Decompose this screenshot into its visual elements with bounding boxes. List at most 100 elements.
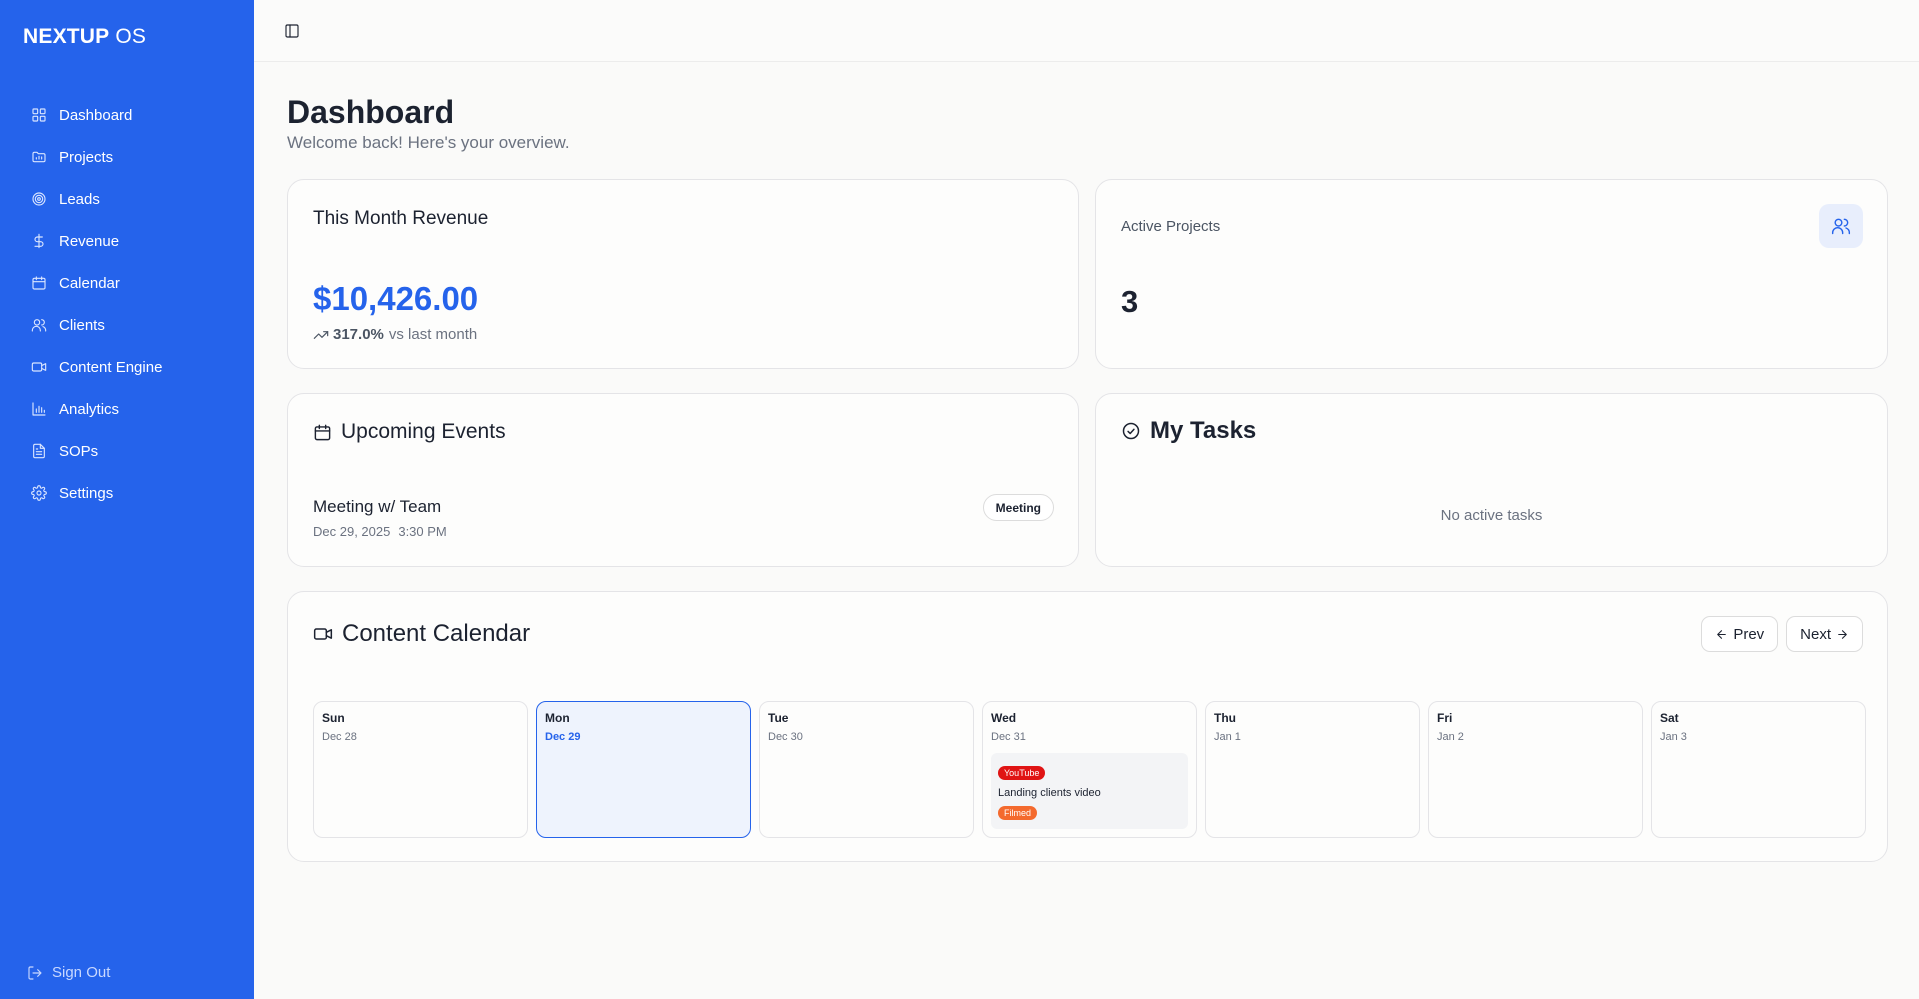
- day-name: Sat: [1660, 711, 1679, 725]
- prev-week-button[interactable]: Prev: [1701, 616, 1779, 652]
- revenue-change-percent: 317.0%: [333, 326, 384, 343]
- sidebar-item-label: Settings: [59, 484, 114, 502]
- brand-name: NEXTUP: [23, 25, 110, 48]
- day-date: Jan 2: [1437, 731, 1464, 743]
- day-date: Dec 30: [768, 731, 803, 743]
- sidebar-item-dashboard[interactable]: Dashboard: [0, 94, 254, 136]
- sidebar-item-label: Revenue: [59, 232, 120, 250]
- event-time: 3:30 PM: [398, 524, 447, 539]
- sidebar-item-clients[interactable]: Clients: [0, 304, 254, 346]
- day-date: Dec 29: [545, 731, 581, 743]
- day-date: Dec 31: [991, 731, 1026, 743]
- upcoming-events-title: Upcoming Events: [341, 420, 506, 443]
- content-post-card[interactable]: YouTube Landing clients video Filmed: [991, 753, 1188, 829]
- event-title[interactable]: Meeting w/ Team: [313, 497, 441, 517]
- active-projects-value: 3: [1121, 284, 1139, 319]
- day-name: Tue: [768, 711, 789, 725]
- calendar-nav: Prev Next: [1701, 616, 1863, 652]
- sidebar-item-label: Clients: [59, 316, 105, 334]
- check-circle-icon: [1122, 422, 1140, 440]
- page-subtitle: Welcome back! Here's your overview.: [287, 133, 570, 152]
- sidebar-item-sops[interactable]: SOPs: [0, 430, 254, 472]
- sidebar-item-projects[interactable]: Projects: [0, 136, 254, 178]
- sidebar-item-content-engine[interactable]: Content Engine: [0, 346, 254, 388]
- layout-grid-icon: [31, 107, 47, 123]
- target-icon: [31, 191, 47, 207]
- calendar-day-sun[interactable]: Sun Dec 28: [313, 701, 528, 838]
- calendar-icon: [314, 424, 331, 440]
- sidebar-toggle-button[interactable]: [284, 23, 300, 39]
- my-tasks-card: My Tasks No active tasks: [1095, 393, 1888, 567]
- revenue-card: This Month Revenue $10,426.00 317.0% vs …: [287, 179, 1079, 369]
- revenue-change: 317.0% vs last month: [313, 326, 477, 343]
- sidebar-nav: Dashboard Projects Leads Revenue Calenda…: [0, 94, 254, 514]
- bar-chart-icon: [31, 401, 47, 417]
- calendar-day-wed[interactable]: Wed Dec 31 YouTube Landing clients video…: [982, 701, 1197, 838]
- day-name: Thu: [1214, 711, 1236, 725]
- content-calendar-card: Content Calendar Prev Next Sun Dec 28 Mo…: [287, 591, 1888, 862]
- sidebar-item-settings[interactable]: Settings: [0, 472, 254, 514]
- next-label: Next: [1800, 625, 1831, 643]
- video-icon: [313, 628, 333, 640]
- log-out-icon: [28, 965, 42, 980]
- arrow-right-icon: [1838, 629, 1847, 639]
- platform-badge: YouTube: [998, 766, 1046, 780]
- calendar-icon: [31, 275, 47, 291]
- calendar-day-fri[interactable]: Fri Jan 2: [1428, 701, 1643, 838]
- day-name: Fri: [1437, 711, 1453, 725]
- day-date: Dec 28: [322, 731, 357, 743]
- video-icon: [31, 359, 47, 375]
- page-title: Dashboard: [287, 94, 455, 130]
- arrow-left-icon: [1717, 629, 1727, 639]
- sidebar-item-label: Dashboard: [59, 106, 133, 124]
- brand-suffix: OS: [115, 25, 147, 48]
- sidebar-item-label: SOPs: [59, 442, 99, 460]
- sign-out-button[interactable]: Sign Out: [27, 964, 110, 981]
- sign-out-label: Sign Out: [52, 964, 111, 981]
- sidebar-item-leads[interactable]: Leads: [0, 178, 254, 220]
- top-bar: [254, 0, 1919, 62]
- event-date: Dec 29, 2025: [313, 524, 391, 539]
- next-week-button[interactable]: Next: [1786, 616, 1863, 652]
- active-projects-card: Active Projects 3: [1095, 179, 1888, 369]
- calendar-day-tue[interactable]: Tue Dec 30: [759, 701, 974, 838]
- calendar-day-mon[interactable]: Mon Dec 29: [536, 701, 751, 838]
- day-date: Jan 3: [1660, 731, 1687, 743]
- trending-up-icon: [313, 330, 329, 339]
- my-tasks-header: My Tasks: [1121, 417, 1256, 445]
- sidebar-item-revenue[interactable]: Revenue: [0, 220, 254, 262]
- calendar-day-thu[interactable]: Thu Jan 1: [1205, 701, 1420, 838]
- day-name: Mon: [545, 711, 570, 725]
- tasks-empty-state: No active tasks: [1440, 507, 1543, 524]
- content-calendar-header: Content Calendar: [313, 620, 530, 648]
- users-icon: [1831, 218, 1851, 235]
- gear-icon: [31, 485, 47, 501]
- active-projects-title: Active Projects: [1121, 218, 1221, 235]
- event-type-badge: Meeting: [982, 494, 1054, 521]
- brand-logo[interactable]: NEXTUP OS: [23, 25, 146, 49]
- sidebar-item-calendar[interactable]: Calendar: [0, 262, 254, 304]
- calendar-week: Sun Dec 28 Mon Dec 29 Tue Dec 30 Wed Dec…: [313, 701, 1866, 838]
- sidebar-item-analytics[interactable]: Analytics: [0, 388, 254, 430]
- day-date: Jan 1: [1214, 731, 1241, 743]
- folder-icon: [31, 149, 47, 165]
- revenue-change-suffix: vs last month: [388, 326, 478, 343]
- dollar-icon: [31, 233, 47, 249]
- sidebar-item-label: Projects: [59, 148, 114, 166]
- day-name: Sun: [322, 711, 345, 725]
- my-tasks-title: My Tasks: [1150, 417, 1257, 444]
- users-icon: [31, 317, 47, 333]
- revenue-card-title: This Month Revenue: [313, 208, 489, 229]
- sidebar: NEXTUP OS Dashboard Projects Leads Revenu…: [0, 0, 254, 999]
- sidebar-item-label: Leads: [59, 190, 100, 208]
- event-meta: Dec 29, 2025 3:30 PM: [313, 524, 447, 539]
- active-projects-badge: [1819, 204, 1863, 248]
- content-calendar-title: Content Calendar: [342, 620, 531, 647]
- day-name: Wed: [991, 711, 1017, 725]
- upcoming-events-card: Upcoming Events Meeting w/ Team Dec 29, …: [287, 393, 1079, 567]
- calendar-day-sat[interactable]: Sat Jan 3: [1651, 701, 1866, 838]
- sidebar-item-label: Content Engine: [59, 358, 163, 376]
- panel-left-icon: [285, 24, 299, 38]
- sidebar-item-label: Analytics: [59, 400, 120, 418]
- upcoming-events-header: Upcoming Events: [313, 420, 506, 444]
